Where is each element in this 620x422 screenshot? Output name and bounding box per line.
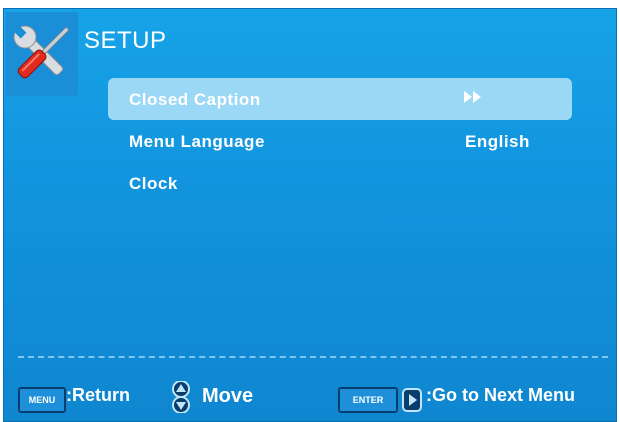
footer-hints: MENU :Return Move ENTER :Go to Next Menu [4, 371, 616, 413]
return-hint: :Return [66, 385, 130, 405]
menu-item-label: Clock [129, 174, 178, 193]
next-menu-hint: :Go to Next Menu [426, 385, 575, 405]
menu-item-closed-caption[interactable]: Closed Caption [108, 78, 572, 120]
menu-item-label: Menu Language [129, 132, 265, 151]
enter-key-icon: ENTER [338, 387, 398, 413]
right-arrow-key-icon [402, 388, 422, 412]
page-title: SETUP [84, 27, 167, 54]
setup-menu-list: Closed Caption Menu Language English Clo… [108, 78, 572, 204]
menu-item-menu-language[interactable]: Menu Language English [108, 120, 572, 162]
footer-divider [18, 356, 608, 358]
double-arrow-right-icon [464, 91, 481, 103]
move-hint: Move [202, 385, 254, 407]
menu-item-clock[interactable]: Clock [108, 162, 572, 204]
menu-key-icon: MENU [18, 387, 66, 413]
menu-item-value: English [465, 132, 530, 151]
menu-item-label: Closed Caption [129, 90, 261, 109]
setup-menu-screen: SETUP Closed Caption Menu Language Engli… [3, 8, 617, 422]
tools-icon [6, 12, 78, 96]
up-down-arrows-icon [172, 381, 190, 413]
